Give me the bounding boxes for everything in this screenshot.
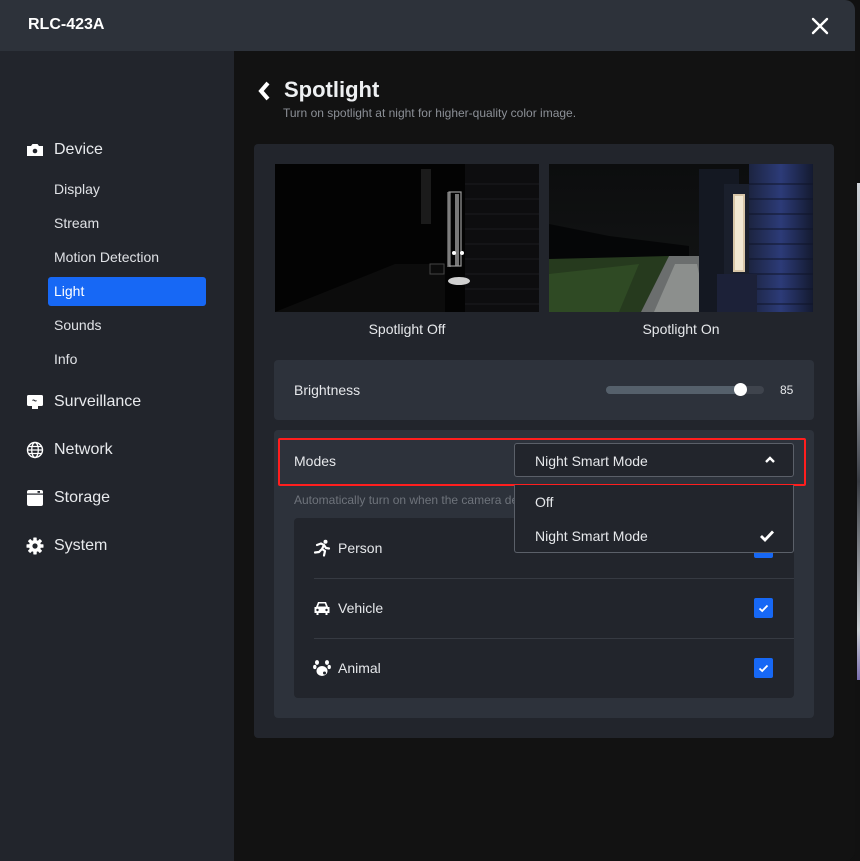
check-icon — [758, 604, 769, 612]
modes-card: Modes Night Smart Mode Automatically tur… — [274, 430, 814, 718]
monitor-icon — [26, 393, 46, 411]
sidebar-group-label: Device — [54, 141, 103, 158]
camera-icon — [26, 141, 46, 159]
car-icon — [314, 602, 330, 615]
sidebar-group-label: Surveillance — [54, 393, 142, 410]
content-area: Spotlight Turn on spotlight at night for… — [234, 51, 855, 861]
sidebar-group-storage[interactable]: Storage — [26, 486, 110, 510]
chevron-left-icon — [258, 81, 270, 101]
page-title: Spotlight — [284, 77, 380, 102]
check-icon — [758, 664, 769, 672]
sidebar-item-motion-detection[interactable]: Motion Detection — [48, 243, 206, 272]
animal-checkbox[interactable] — [754, 658, 773, 678]
brightness-card: Brightness 85 — [274, 360, 814, 420]
modes-select-value: Night Smart Mode — [535, 453, 648, 469]
brightness-value: 85 — [780, 383, 794, 397]
object-row-vehicle: Vehicle — [294, 578, 794, 638]
sidebar-group-label: Network — [54, 441, 113, 458]
window-title: RLC-423A — [28, 16, 105, 33]
close-button[interactable] — [808, 14, 832, 38]
title-bar: RLC-423A — [0, 0, 855, 51]
spotlight-off-image — [275, 164, 539, 312]
sidebar-item-info[interactable]: Info — [48, 345, 206, 374]
modes-option-night-smart-mode[interactable]: Night Smart Mode — [515, 519, 793, 553]
option-label: Night Smart Mode — [535, 528, 648, 544]
gear-icon — [26, 537, 46, 555]
vehicle-checkbox[interactable] — [754, 598, 773, 618]
object-row-animal: Animal — [294, 638, 794, 698]
storage-icon — [26, 489, 46, 507]
object-name: Animal — [338, 660, 381, 676]
sidebar-group-label: System — [54, 537, 108, 554]
chevron-up-icon — [765, 456, 775, 463]
spotlight-off-caption: Spotlight Off — [368, 321, 446, 337]
sidebar-group-device[interactable]: Device — [26, 138, 103, 162]
globe-icon — [26, 441, 46, 459]
running-person-icon — [313, 539, 331, 557]
settings-window: RLC-423A Device Display Stream Motion De… — [0, 0, 855, 861]
option-label: Off — [535, 494, 554, 510]
sidebar-group-network[interactable]: Network — [26, 438, 113, 462]
back-button[interactable] — [256, 80, 272, 102]
object-name: Vehicle — [338, 600, 384, 616]
sidebar: Device Display Stream Motion Detection L… — [0, 51, 234, 861]
sidebar-item-display[interactable]: Display — [48, 175, 206, 204]
object-name: Person — [338, 540, 383, 556]
brightness-label: Brightness — [294, 382, 361, 398]
modes-dropdown-menu: Off Night Smart Mode — [514, 485, 794, 553]
sidebar-item-stream[interactable]: Stream — [48, 209, 206, 238]
paw-icon — [313, 660, 331, 676]
modes-option-off[interactable]: Off — [515, 485, 793, 519]
checkmark-icon — [760, 530, 775, 543]
brightness-slider-thumb[interactable] — [734, 383, 748, 396]
modes-label: Modes — [294, 453, 337, 469]
brightness-slider-fill — [606, 386, 741, 394]
sidebar-group-system[interactable]: System — [26, 534, 107, 558]
spotlight-panel: Spotlight Off Spotlight On Brightness 85… — [254, 144, 834, 738]
spotlight-on-caption: Spotlight On — [642, 321, 720, 337]
close-icon — [811, 17, 829, 35]
page-subtitle: Turn on spotlight at night for higher-qu… — [283, 106, 577, 120]
sidebar-item-sounds[interactable]: Sounds — [48, 311, 206, 340]
modes-select[interactable]: Night Smart Mode — [514, 443, 794, 477]
sidebar-group-surveillance[interactable]: Surveillance — [26, 390, 141, 414]
brightness-slider[interactable] — [606, 383, 764, 396]
sidebar-item-light[interactable]: Light — [48, 277, 206, 306]
modes-hint: Automatically turn on when the camera de — [294, 493, 519, 507]
spotlight-on-image — [549, 164, 813, 312]
sidebar-group-label: Storage — [54, 489, 111, 506]
